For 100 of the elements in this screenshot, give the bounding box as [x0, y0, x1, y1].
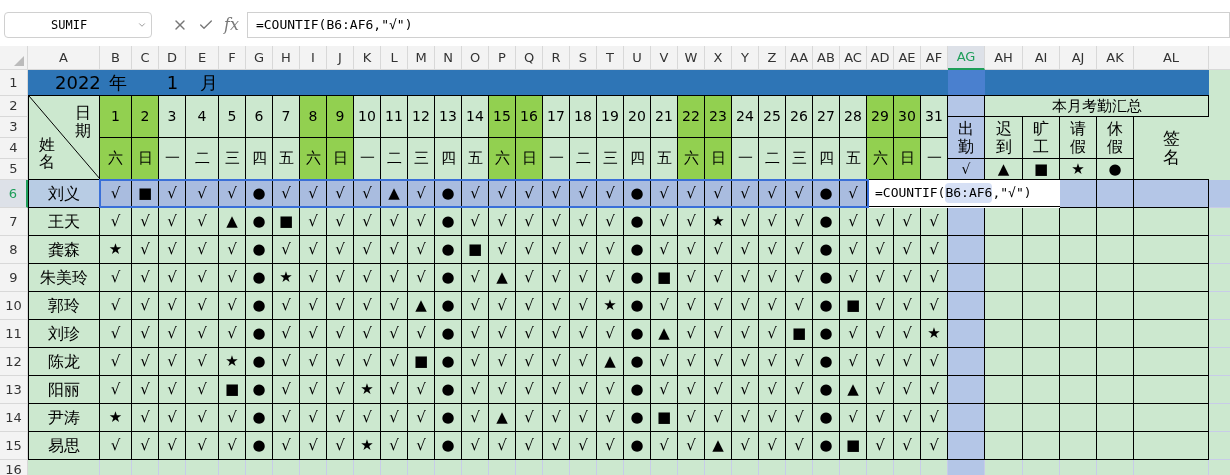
table-cell: √: [327, 320, 354, 348]
table-cell: ●: [624, 404, 651, 432]
table-cell: √: [462, 320, 489, 348]
day-number: 20: [624, 96, 651, 138]
table-cell: √: [543, 432, 570, 460]
weekday-cell: 三: [597, 138, 624, 180]
table-cell: ●: [624, 348, 651, 376]
table-cell: √: [543, 236, 570, 264]
weekday-cell: 五: [273, 138, 300, 180]
table-cell: [1209, 264, 1230, 292]
row-header[interactable]: 12: [0, 348, 28, 376]
weekday-cell: 日: [516, 138, 543, 180]
table-cell: √: [219, 404, 246, 432]
table-cell: √: [894, 264, 921, 292]
row-header[interactable]: 2: [0, 96, 28, 117]
row-header[interactable]: 13: [0, 376, 28, 404]
row-header[interactable]: 10: [0, 292, 28, 320]
table-cell: √: [786, 236, 813, 264]
table-cell: √: [381, 292, 408, 320]
table-cell: √: [651, 432, 678, 460]
function-button[interactable]: fx: [224, 13, 239, 37]
row-header[interactable]: 11: [0, 320, 28, 348]
table-cell: √: [894, 376, 921, 404]
table-cell: √: [597, 236, 624, 264]
table-cell: √: [759, 320, 786, 348]
cell-editor[interactable]: =COUNTIF(B6:AF6,"√"): [867, 180, 1060, 207]
weekday-cell: 日: [705, 138, 732, 180]
table-cell: [1023, 264, 1060, 292]
row-header[interactable]: 16: [0, 460, 28, 475]
table-cell: √: [100, 432, 132, 460]
weekday-cell: 三: [408, 138, 435, 180]
table-cell: [273, 460, 300, 475]
table-cell: [840, 460, 867, 475]
range-reference: B6:AF6: [945, 183, 993, 203]
table-cell: √: [159, 348, 186, 376]
name-box[interactable]: SUMIF: [4, 12, 152, 38]
table-cell: [759, 460, 786, 475]
table-cell: √: [300, 236, 327, 264]
weekday-cell: 三: [786, 138, 813, 180]
table-cell: √: [597, 376, 624, 404]
row-header[interactable]: 3: [0, 117, 28, 138]
table-cell: ●: [624, 292, 651, 320]
table-cell: [1209, 376, 1230, 404]
row-header[interactable]: 1: [0, 70, 28, 96]
table-cell: [1060, 460, 1097, 475]
table-cell: √: [705, 292, 732, 320]
table-cell: √: [597, 264, 624, 292]
table-cell: √: [186, 432, 219, 460]
row-header[interactable]: 15: [0, 432, 28, 460]
table-cell: √: [354, 264, 381, 292]
day-number: 4: [186, 96, 219, 138]
table-cell: [1209, 208, 1230, 236]
table-cell: √: [516, 320, 543, 348]
day-number: 14: [462, 96, 489, 138]
year-text: 2022: [55, 71, 101, 95]
table-cell: ■: [219, 376, 246, 404]
table-cell: [1023, 208, 1060, 236]
table-cell: √: [273, 404, 300, 432]
table-cell: [1209, 404, 1230, 432]
table-cell: √: [867, 208, 894, 236]
table-cell: ★: [100, 236, 132, 264]
row-header[interactable]: 8: [0, 236, 28, 264]
table-cell: [985, 348, 1023, 376]
table-cell: [651, 460, 678, 475]
table-cell: √: [300, 292, 327, 320]
weekday-cell: 二: [570, 138, 597, 180]
row-header[interactable]: 7: [0, 208, 28, 236]
table-cell: √: [570, 292, 597, 320]
table-cell: [1060, 376, 1097, 404]
row-header[interactable]: 14: [0, 404, 28, 432]
table-cell: √: [678, 292, 705, 320]
table-cell: [948, 348, 985, 376]
table-cell: √: [273, 292, 300, 320]
table-cell: √: [489, 292, 516, 320]
table-cell: ●: [624, 320, 651, 348]
table-cell: [1097, 348, 1134, 376]
table-cell: √: [354, 292, 381, 320]
day-number: 12: [408, 96, 435, 138]
employee-name: 刘珍: [28, 320, 100, 348]
table-cell: [462, 460, 489, 475]
formula-field[interactable]: =COUNTIF(B6:AF6,"√"): [246, 12, 1230, 38]
table-cell: √: [732, 348, 759, 376]
day-number: 28: [840, 96, 867, 138]
employee-name: 易思: [28, 432, 100, 460]
table-cell: √: [489, 236, 516, 264]
row-header[interactable]: 9: [0, 264, 28, 292]
table-cell: √: [327, 432, 354, 460]
table-cell: √: [759, 292, 786, 320]
table-cell: [186, 460, 219, 475]
table-cell: ■: [840, 432, 867, 460]
summary-label: 旷工: [1033, 119, 1049, 156]
row-header[interactable]: 5: [0, 159, 28, 180]
table-cell: [1060, 264, 1097, 292]
weekday-cell: 六: [300, 138, 327, 180]
table-cell: √: [132, 376, 159, 404]
table-cell: √: [867, 376, 894, 404]
table-cell: [1097, 180, 1134, 208]
table-cell: √: [543, 208, 570, 236]
table-cell: √: [678, 264, 705, 292]
row-header[interactable]: 4: [0, 138, 28, 159]
